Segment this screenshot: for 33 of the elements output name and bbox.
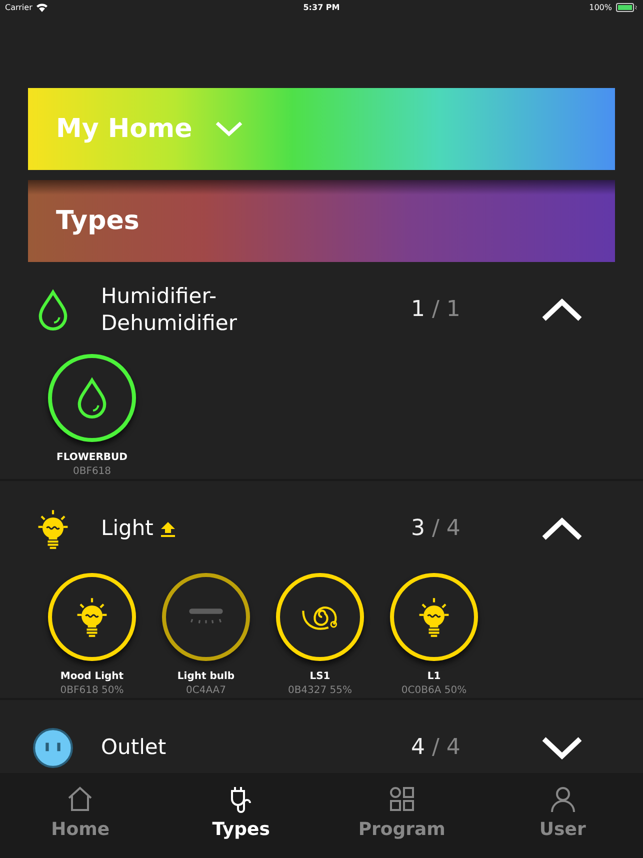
tab-item[interactable]: Types xyxy=(160,773,322,858)
device-detail: 0C0B6A 50% xyxy=(401,685,467,696)
device-name: Light bulb xyxy=(177,671,235,682)
device-detail: 0C4AA7 xyxy=(186,685,226,696)
device-name: LS1 xyxy=(310,671,330,682)
battery-percent: 100% xyxy=(589,2,612,12)
wifi-icon xyxy=(36,2,48,12)
category-name: Humidifier- Dehumidifier xyxy=(101,282,237,337)
device-name: FLOWERBUD xyxy=(56,452,128,463)
grid-icon xyxy=(388,785,416,813)
collapse-button[interactable] xyxy=(541,516,583,542)
device-name: Mood Light xyxy=(60,671,124,682)
device-detail: 0BF618 50% xyxy=(60,685,124,696)
collapse-button[interactable] xyxy=(541,735,583,761)
device-count: 4 / 4 xyxy=(411,734,462,762)
device-count: 1 / 1 xyxy=(411,296,462,324)
section-banner: Types xyxy=(28,180,615,262)
battery-icon xyxy=(616,2,638,12)
clock-time: 5:37 PM xyxy=(303,2,340,12)
device-detail: 0BF618 xyxy=(72,466,112,477)
device-name: L1 xyxy=(427,671,441,682)
home-icon xyxy=(66,785,94,813)
category-name: Light xyxy=(101,515,154,542)
user-icon xyxy=(548,785,577,813)
device-count: 3 / 4 xyxy=(411,516,462,542)
device-detail: 0B4327 55% xyxy=(288,685,352,696)
chevron-icon xyxy=(214,120,244,138)
tab-item[interactable]: Home xyxy=(0,773,161,858)
carrier-label: Carrier xyxy=(5,2,32,12)
tab-item[interactable]: User xyxy=(482,773,643,858)
collapse-button[interactable] xyxy=(541,297,583,323)
tab-item[interactable]: Program xyxy=(322,773,482,858)
category-name: Outlet xyxy=(101,734,166,762)
